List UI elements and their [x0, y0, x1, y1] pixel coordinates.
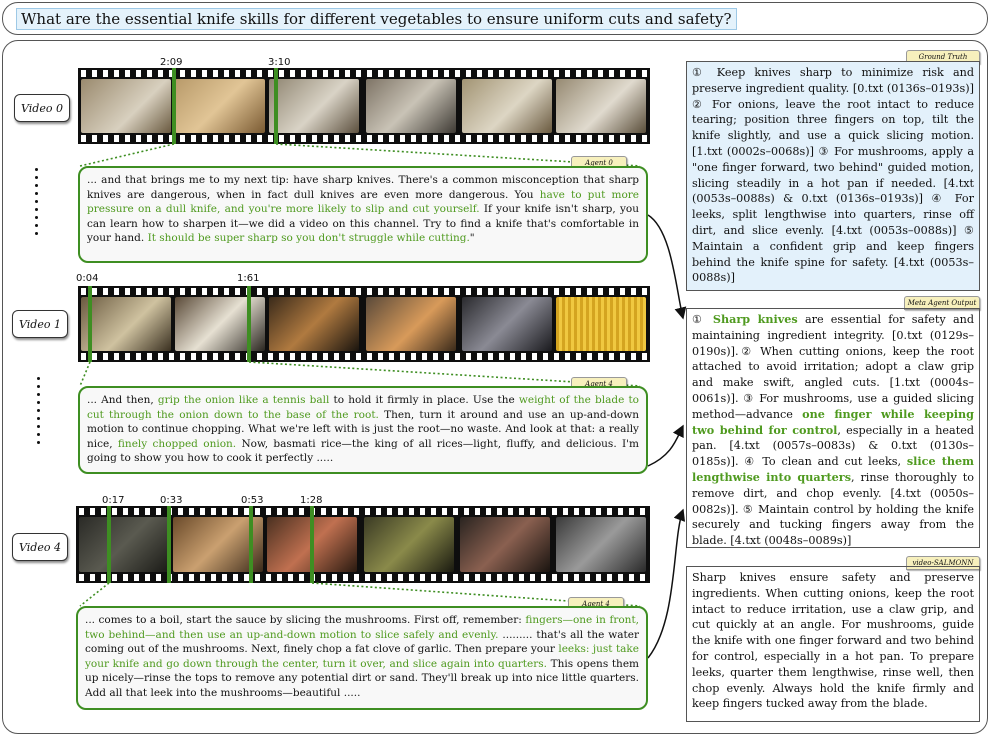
agent-text-run: ... comes to a boil, start the sauce by …: [85, 614, 526, 626]
meta-text-run: ①: [692, 313, 713, 326]
agent-0-text: ... and that brings me to my next tip: h…: [87, 174, 639, 244]
agent-text-highlight: It should be super sharp so you don't st…: [147, 232, 470, 245]
agent-text-run: to hold it firmly in place. Use the: [329, 394, 519, 406]
meta-text-run: are essential for safety and maintaining…: [692, 313, 974, 421]
agent-4-text-2: ... comes to a boil, start the sauce by …: [85, 614, 639, 699]
video-salmonn-text: Sharp knives ensure safety and preserve …: [692, 571, 974, 711]
agent-4-text-1: ... And then, grip the onion like a tenn…: [87, 394, 639, 464]
meta-agent-output-box: ① Sharp knives are essential for safety …: [686, 308, 980, 548]
agent-4-transcript-2: ... comes to a boil, start the sauce by …: [76, 606, 648, 710]
agent-4-transcript-1: ... And then, grip the onion like a tenn…: [78, 386, 648, 474]
agent-text-highlight: grip the onion like a tennis ball: [157, 394, 330, 406]
video-salmonn-box: Sharp knives ensure safety and preserve …: [686, 566, 980, 722]
agent-text-run: ... And then,: [87, 394, 158, 406]
agent-0-transcript: ... and that brings me to my next tip: h…: [78, 166, 648, 263]
agent-text-highlight: finely chopped onion.: [117, 437, 237, 450]
agent-text-run: ": [469, 232, 475, 245]
ground-truth-text: ① Keep knives sharp to minimize risk and…: [692, 66, 974, 285]
meta-text-highlight: Sharp knives: [712, 312, 798, 326]
ground-truth-box: ① Keep knives sharp to minimize risk and…: [686, 61, 980, 291]
meta-agent-text: ① Sharp knives are essential for safety …: [692, 312, 974, 547]
